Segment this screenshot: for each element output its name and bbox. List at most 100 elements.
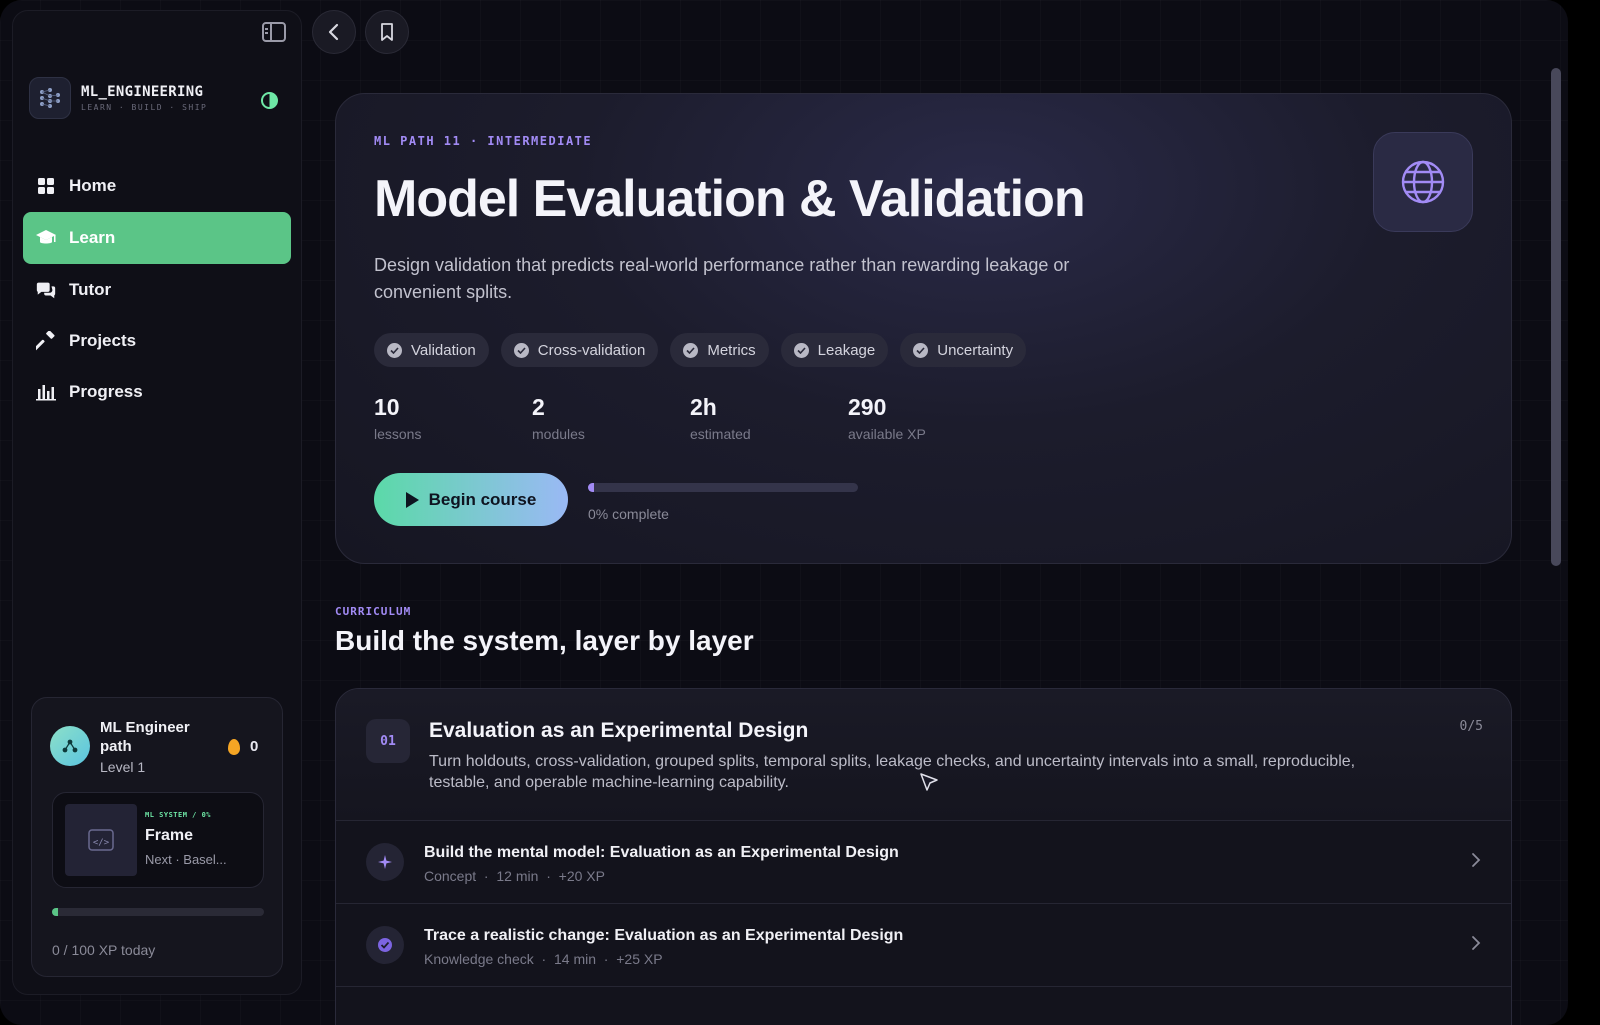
- stat-lessons: 10 lessons: [374, 394, 532, 442]
- stat-xp: 290 available XP: [848, 394, 1006, 442]
- frame-title: Frame: [145, 827, 194, 844]
- brand[interactable]: ML_ENGINEERING LEARN · BUILD · SHIP: [29, 77, 207, 119]
- check-circle-icon: [683, 342, 699, 358]
- sidebar-nav: Home Learn Tutor Projects Progress: [23, 161, 291, 418]
- course-progress-text: 0% complete: [588, 506, 669, 522]
- stat-label: estimated: [690, 426, 751, 442]
- course-kicker: ML PATH 11 · INTERMEDIATE: [374, 134, 593, 148]
- stat-value: 2: [532, 394, 545, 420]
- globe-icon: [1373, 132, 1473, 232]
- nav-item-label: Home: [69, 176, 117, 195]
- play-icon: [405, 491, 419, 508]
- path-level: Level 1: [100, 759, 146, 775]
- xp-progress-fill: [52, 908, 59, 916]
- xp-text: 0 / 100 XP today: [52, 942, 156, 958]
- stat-modules: 2 modules: [532, 394, 690, 442]
- stat-estimated: 2h estimated: [690, 394, 848, 442]
- graduation-cap-icon: [35, 227, 57, 249]
- lesson-type: Concept: [424, 868, 477, 884]
- tag-label: Metrics: [707, 341, 756, 359]
- scrollbar-thumb[interactable]: [1551, 68, 1561, 566]
- chat-bubbles-icon: [35, 279, 57, 301]
- bookmark-icon: [381, 23, 393, 41]
- tag-validation[interactable]: Validation: [374, 333, 489, 367]
- nav-item-label: Tutor: [69, 280, 112, 299]
- tag-label: Validation: [411, 341, 476, 359]
- stat-value: 2h: [690, 394, 717, 420]
- module-lesson-count: 0/5: [1459, 719, 1483, 734]
- lesson-xp: +20 XP: [558, 868, 605, 884]
- app-window: ML_ENGINEERING LEARN · BUILD · SHIP Home…: [0, 0, 1568, 1025]
- nav-item-label: Projects: [69, 331, 137, 350]
- course-progress-bar: [588, 483, 858, 492]
- stat-label: modules: [532, 426, 585, 442]
- module-header[interactable]: 01 Evaluation as an Experimental Design …: [336, 689, 1511, 821]
- tag-label: Uncertainty: [937, 341, 1014, 359]
- streak-value: 0: [250, 738, 259, 755]
- course-title: Model Evaluation & Validation: [374, 170, 1086, 228]
- tag-leakage[interactable]: Leakage: [780, 333, 889, 367]
- chevron-left-icon: [328, 23, 339, 41]
- check-circle-icon: [913, 342, 929, 358]
- streak-counter: 0: [228, 738, 258, 755]
- path-avatar-icon: [50, 726, 90, 766]
- stat-label: available XP: [848, 426, 926, 442]
- stat-value: 290: [848, 394, 887, 420]
- chevron-right-icon: [1471, 851, 1481, 874]
- tag-uncertainty[interactable]: Uncertainty: [900, 333, 1027, 367]
- check-circle-icon: [793, 342, 809, 358]
- module-description: Turn holdouts, cross-validation, grouped…: [429, 753, 1356, 791]
- path-name: ML Engineer path: [100, 719, 190, 755]
- tag-label: Cross-validation: [537, 341, 646, 359]
- stat-label: lessons: [374, 426, 422, 442]
- topic-tags: Validation Cross-validation Metrics Leak…: [374, 333, 1027, 367]
- next-lesson-card[interactable]: </> ML SYSTEM / 0% Frame Next · Basel...: [52, 792, 264, 888]
- check-badge-icon: [366, 926, 404, 964]
- nav-item-label: Progress: [69, 382, 143, 401]
- stat-value: 10: [374, 394, 400, 420]
- lesson-meta: Concept · 12 min · +20 XP: [424, 868, 605, 884]
- sparkle-icon: [366, 843, 404, 881]
- code-icon: </>: [65, 804, 137, 876]
- nav-item-progress[interactable]: Progress: [23, 367, 291, 417]
- lesson-row[interactable]: Trace a realistic change: Evaluation as …: [336, 904, 1511, 987]
- sidebar: ML_ENGINEERING LEARN · BUILD · SHIP Home…: [12, 10, 302, 995]
- curriculum-kicker: CURRICULUM: [335, 605, 412, 618]
- lesson-type: Knowledge check: [424, 951, 534, 967]
- frame-next: Next · Basel...: [145, 852, 227, 867]
- nav-item-learn[interactable]: Learn: [23, 212, 291, 264]
- course-description: Design validation that predicts real-wor…: [374, 255, 1070, 302]
- nav-item-label: Learn: [69, 228, 116, 247]
- bookmark-button[interactable]: [365, 10, 409, 54]
- svg-text:</>: </>: [93, 838, 110, 848]
- check-circle-icon: [387, 342, 402, 358]
- lesson-title: Build the mental model: Evaluation as an…: [424, 844, 899, 861]
- nav-item-home[interactable]: Home: [23, 161, 291, 211]
- tag-cross-validation[interactable]: Cross-validation: [500, 333, 659, 367]
- begin-course-button[interactable]: Begin course: [374, 473, 568, 526]
- neural-network-icon: [29, 77, 71, 119]
- sidebar-toggle-icon[interactable]: [262, 22, 286, 42]
- hammer-icon: [35, 330, 57, 352]
- brand-title: ML_ENGINEERING: [81, 84, 204, 100]
- tag-metrics[interactable]: Metrics: [670, 333, 769, 367]
- brand-subtitle: LEARN · BUILD · SHIP: [81, 103, 208, 112]
- lesson-duration: 14 min: [553, 951, 597, 967]
- lesson-duration: 12 min: [496, 868, 539, 884]
- path-card[interactable]: ML Engineer path Level 1 0 </> ML SYSTEM…: [31, 697, 283, 977]
- theme-toggle-icon[interactable]: [261, 92, 278, 109]
- lesson-meta: Knowledge check · 14 min · +25 XP: [424, 951, 663, 967]
- mouse-cursor-icon: [918, 771, 940, 798]
- lesson-xp: +25 XP: [616, 951, 663, 967]
- lesson-title: Trace a realistic change: Evaluation as …: [424, 927, 904, 944]
- nav-item-tutor[interactable]: Tutor: [23, 265, 291, 315]
- grid-icon: [35, 175, 57, 197]
- back-button[interactable]: [312, 10, 356, 54]
- check-circle-icon: [513, 342, 529, 358]
- lesson-row[interactable]: Build the mental model: Evaluation as an…: [336, 821, 1511, 904]
- nav-item-projects[interactable]: Projects: [23, 316, 291, 366]
- module-card: 01 Evaluation as an Experimental Design …: [335, 688, 1512, 1025]
- xp-progress-bar: [52, 908, 264, 916]
- module-number: 01: [366, 719, 410, 763]
- flame-icon: [228, 738, 240, 755]
